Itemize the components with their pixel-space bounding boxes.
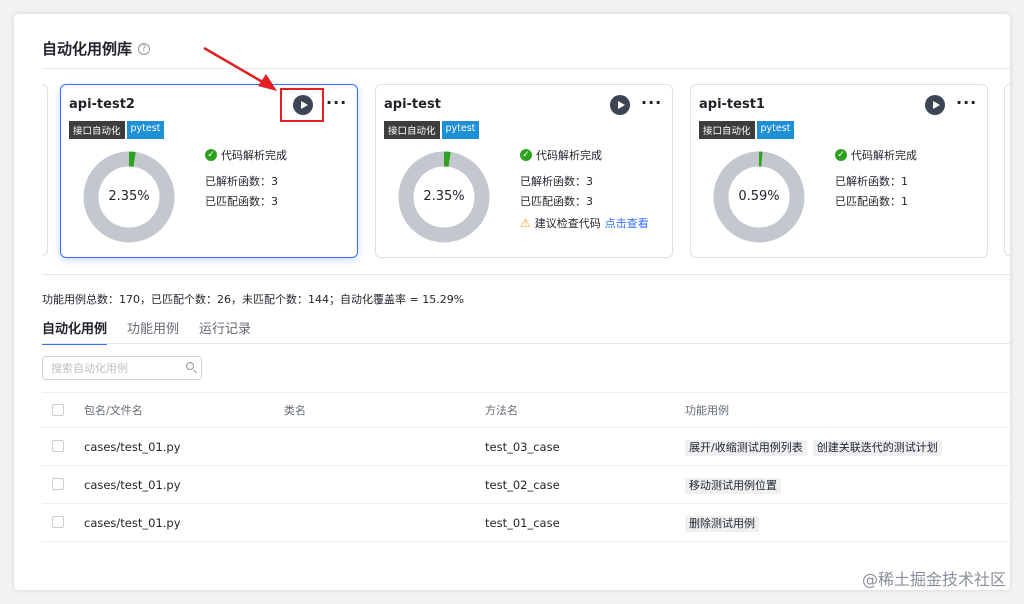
parse-status: ✓ 代码解析完成 (835, 147, 917, 163)
file-cell: cases/test_01.py (84, 440, 181, 454)
parse-status: ✓ 代码解析完成 (520, 147, 602, 163)
column-header: 包名/文件名 (84, 404, 143, 417)
code-warning: ⚠ 建议检查代码 点击查看 (520, 215, 649, 231)
more-icon[interactable]: ··· (956, 95, 977, 111)
case-chip[interactable]: 创建关联迭代的测试计划 (812, 440, 942, 456)
parse-status: ✓ 代码解析完成 (205, 147, 287, 163)
page-title: 自动化用例库 ? (42, 38, 151, 59)
card-tags: 接口自动化 pytest (384, 121, 480, 139)
warning-icon: ⚠ (520, 216, 531, 230)
method-cell: test_03_case (485, 440, 560, 454)
status-text: 代码解析完成 (536, 149, 602, 162)
search-input[interactable] (51, 357, 181, 380)
functional-cases-cell: 移动测试用例位置 (685, 466, 787, 504)
coverage-percent: 2.35% (108, 189, 150, 204)
page-title-text: 自动化用例库 (42, 40, 133, 58)
table-row[interactable]: cases/test_01.py test_02_case 移动测试用例位置 (42, 466, 1010, 504)
file-cell: cases/test_01.py (84, 516, 181, 530)
card-tags: 接口自动化 pytest (699, 121, 795, 139)
view-details-link[interactable]: 点击查看 (605, 215, 649, 231)
coverage-percent: 0.59% (738, 189, 780, 204)
column-header: 类名 (284, 404, 306, 417)
row-checkbox[interactable] (52, 516, 64, 528)
cases-table: 包名/文件名 类名 方法名 功能用例 cases/test_01.py test… (42, 392, 1010, 542)
tag-type: 接口自动化 (69, 121, 125, 139)
coverage-percent: 2.35% (423, 189, 465, 204)
functional-cases-cell: 展开/收缩测试用例列表 创建关联迭代的测试计划 (685, 428, 948, 466)
search-icon[interactable] (186, 362, 194, 370)
check-circle-icon: ✓ (205, 149, 217, 161)
case-chip[interactable]: 展开/收缩测试用例列表 (685, 440, 807, 456)
parsed-count: 已解析函数：3 (520, 175, 593, 188)
status-text: 代码解析完成 (221, 149, 287, 162)
watermark: @稀土掘金技术社区 (861, 570, 1006, 589)
select-all-checkbox[interactable] (52, 404, 64, 416)
file-cell: cases/test_01.py (84, 478, 181, 492)
tag-framework: pytest (441, 121, 480, 139)
table-row[interactable]: cases/test_01.py test_03_case 展开/收缩测试用例列… (42, 428, 1010, 466)
project-card[interactable]: api-test ··· 接口自动化 pytest 2.35% ✓ 代码解析完成… (375, 84, 673, 258)
tag-type: 接口自动化 (384, 121, 440, 139)
tag-framework: pytest (126, 121, 165, 139)
method-cell: test_02_case (485, 478, 560, 492)
tag-framework: pytest (756, 121, 795, 139)
table-row[interactable]: cases/test_01.py test_01_case 删除测试用例 (42, 504, 1010, 542)
matched-count: 已匹配函数：3 (205, 195, 278, 208)
help-icon[interactable]: ? (138, 42, 151, 55)
card-title: api-test1 (699, 97, 765, 112)
coverage-summary: 功能用例总数：170，已匹配个数：26，未匹配个数：144；自动化覆盖率 = 1… (42, 293, 465, 306)
case-chip[interactable]: 移动测试用例位置 (685, 478, 781, 494)
row-checkbox[interactable] (52, 440, 64, 452)
play-icon[interactable] (925, 95, 945, 115)
card-tags: 接口自动化 pytest (69, 121, 165, 139)
search-box (42, 356, 202, 380)
status-text: 代码解析完成 (851, 149, 917, 162)
main-panel: 自动化用例库 ? api-test2 ··· 接口自动化 pytest 2.35… (14, 14, 1010, 590)
divider (42, 68, 1010, 69)
column-header: 方法名 (485, 404, 518, 417)
card-partial-right[interactable] (1004, 84, 1010, 256)
more-icon[interactable]: ··· (641, 95, 662, 111)
method-cell: test_01_case (485, 516, 560, 530)
card-title: api-test (384, 97, 441, 112)
matched-count: 已匹配函数：1 (835, 195, 908, 208)
case-chip[interactable]: 删除测试用例 (685, 516, 759, 532)
matched-count: 已匹配函数：3 (520, 195, 593, 208)
project-card[interactable]: api-test1 ··· 接口自动化 pytest 0.59% ✓ 代码解析完… (690, 84, 988, 258)
check-circle-icon: ✓ (835, 149, 847, 161)
tab-bar: 自动化用例 功能用例 运行记录 (42, 318, 251, 345)
column-header: 功能用例 (685, 404, 729, 417)
warning-text: 建议检查代码 (534, 217, 601, 230)
table-header: 包名/文件名 类名 方法名 功能用例 (42, 392, 1010, 428)
tab-run-records[interactable]: 运行记录 (199, 318, 251, 345)
card-title: api-test2 (69, 97, 135, 112)
divider (42, 343, 1010, 344)
tag-type: 接口自动化 (699, 121, 755, 139)
play-icon[interactable] (610, 95, 630, 115)
row-checkbox[interactable] (52, 478, 64, 490)
card-partial-left[interactable] (42, 84, 48, 256)
functional-cases-cell: 删除测试用例 (685, 504, 765, 542)
parsed-count: 已解析函数：3 (205, 175, 278, 188)
divider (42, 274, 1010, 275)
parsed-count: 已解析函数：1 (835, 175, 908, 188)
card-carousel: api-test2 ··· 接口自动化 pytest 2.35% ✓ 代码解析完… (42, 82, 1010, 262)
annotation-highlight-box (280, 88, 324, 122)
check-circle-icon: ✓ (520, 149, 532, 161)
tab-automation-cases[interactable]: 自动化用例 (42, 318, 108, 345)
more-icon[interactable]: ··· (326, 95, 347, 111)
tab-functional-cases[interactable]: 功能用例 (127, 318, 179, 345)
